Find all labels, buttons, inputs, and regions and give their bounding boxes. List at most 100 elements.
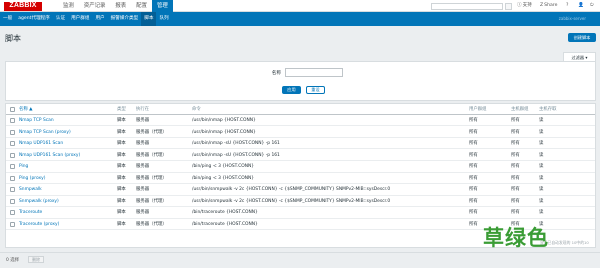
submenu-item[interactable]: 用户群组 [68, 12, 92, 26]
cell-hostgroup: 所有 [511, 141, 520, 147]
cell-type: 脚本 [117, 187, 126, 193]
help-icon[interactable]: ? [566, 3, 568, 9]
cell-command: /bin/ping -c 3 {HOST.CONN} [192, 175, 255, 181]
submenu-item[interactable]: 脚本 [141, 12, 157, 26]
cell-name: Traceroute (proxy) [19, 219, 59, 230]
select-all-checkbox[interactable] [10, 107, 15, 112]
cell-type: 脚本 [117, 152, 126, 158]
script-name-link[interactable]: Traceroute (proxy) [19, 222, 59, 227]
cell-type: 脚本 [117, 221, 126, 227]
row-checkbox[interactable] [10, 164, 15, 170]
table-row: Traceroute 脚本 服务器/bin/traceroute {HOST.CON… [6, 207, 595, 219]
cell-name: Nmap TCP Scan (proxy) [19, 127, 71, 138]
apply-button[interactable]: 应用 [282, 86, 301, 94]
row-checkbox[interactable] [10, 129, 15, 135]
share-icon[interactable]: ZShare [540, 3, 557, 9]
cell-command: /usr/bin/snmpwalk -v 2c {HOST.CONN} -c {… [192, 198, 391, 204]
cell-hostgroup: 所有 [511, 210, 520, 216]
cell-hostgroup: 所有 [511, 187, 520, 193]
script-name-link[interactable]: Nmap TCP Scan (proxy) [19, 130, 71, 135]
main-menu-item[interactable]: 配置 [131, 0, 152, 12]
search-button[interactable] [505, 2, 512, 10]
table-row: Nmap UDP161 Scan (proxy) 脚本 服务器（代理） /usr/bi… [6, 150, 595, 162]
name-filter-input[interactable] [285, 68, 343, 77]
cell-usergroup: 所有 [469, 210, 478, 216]
filter-tab[interactable]: 过滤器 ▾ [563, 52, 596, 61]
cell-command: /bin/ping -c 3 {HOST.CONN} [192, 164, 255, 170]
submenu-item[interactable]: agent代理程序 [15, 12, 53, 26]
script-name-link[interactable]: Traceroute [19, 210, 42, 215]
cell-exec: 服务器（代理） [136, 221, 167, 227]
table-row: Nmap TCP Scan 脚本 服务器/usr/bin/nmap {HOST.CO… [6, 115, 595, 127]
cell-type: 脚本 [117, 164, 126, 170]
script-name-link[interactable]: Nmap UDP161 Scan [19, 141, 63, 146]
cell-command: /usr/bin/nmap {HOST.CONN} [192, 118, 256, 123]
admin-submenu-bar: 一般 agent代理程序 认证 用户群组 用户 报警媒介类型 脚本 队列 zabbix-ser… [0, 12, 600, 26]
cell-name: Traceroute [19, 207, 42, 218]
cell-type: 脚本 [117, 175, 126, 181]
column-header: 命令 [192, 107, 201, 112]
column-header: 用户群组 [469, 107, 487, 112]
main-menu-item[interactable]: 监测 [58, 0, 79, 12]
cell-access: 读 [539, 175, 544, 181]
cell-access: 读 [539, 129, 544, 135]
search-input[interactable] [431, 2, 503, 10]
zabbix-logo[interactable]: ZABBIX [4, 2, 42, 11]
cell-exec: 服务器（代理） [136, 175, 167, 181]
row-checkbox[interactable] [10, 152, 15, 158]
cell-usergroup: 所有 [469, 221, 478, 227]
logout-icon[interactable]: ⏻ [590, 3, 594, 9]
cell-hostgroup: 所有 [511, 118, 520, 123]
server-name: zabbix-server [558, 16, 586, 21]
submenu-item[interactable]: 队列 [156, 12, 171, 26]
cell-name: Snmpwalk [19, 184, 42, 195]
script-name-link[interactable]: Nmap UDP161 Scan (proxy) [19, 153, 80, 158]
reset-button[interactable]: 重设 [306, 86, 325, 94]
submenu-item[interactable]: 认证 [53, 12, 68, 26]
support-icon[interactable]: ⓘ支持 [517, 3, 532, 9]
cell-name: Nmap TCP Scan [19, 115, 54, 126]
main-menu-item[interactable]: 管理 [151, 0, 173, 12]
row-checkbox[interactable] [10, 187, 15, 193]
column-header: 主机存取 [539, 107, 557, 112]
table-row: Nmap UDP161 Scan 脚本 服务器/usr/bin/nmap -sU {… [6, 138, 595, 150]
cell-type: 脚本 [117, 129, 126, 135]
cell-exec: 服务器（代理） [136, 152, 167, 158]
script-name-link[interactable]: Snmpwalk (proxy) [19, 199, 59, 204]
cell-exec: 服务器（代理） [136, 198, 167, 204]
cell-name: Nmap UDP161 Scan [19, 138, 63, 149]
cell-usergroup: 所有 [469, 118, 478, 123]
share-icon-label: Share [544, 3, 558, 8]
column-header[interactable]: 名称 ▲ [19, 104, 33, 115]
cell-usergroup: 所有 [469, 141, 478, 147]
table-row: Nmap TCP Scan (proxy) 脚本 服务器（代理） /usr/bin/n… [6, 127, 595, 138]
row-checkbox[interactable] [10, 221, 15, 227]
delete-button[interactable]: 删除 [28, 256, 44, 263]
row-checkbox[interactable] [10, 198, 15, 204]
cell-type: 脚本 [117, 141, 126, 147]
submenu-item[interactable]: 报警媒介类型 [108, 12, 142, 26]
script-name-link[interactable]: Snmpwalk [19, 187, 42, 192]
script-name-link[interactable]: Nmap TCP Scan [19, 118, 54, 123]
cell-hostgroup: 所有 [511, 129, 520, 135]
row-checkbox[interactable] [10, 175, 15, 181]
main-menu-item[interactable]: 报表 [110, 0, 131, 12]
main-menu-item[interactable]: 资产记录 [79, 0, 111, 12]
column-header: 类型 [117, 107, 126, 112]
create-script-button[interactable]: 创建脚本 [568, 33, 596, 42]
cell-usergroup: 所有 [469, 129, 478, 135]
script-name-link[interactable]: Ping [19, 164, 28, 169]
cell-exec: 服务器 [136, 141, 150, 147]
submenu-item[interactable]: 一般 [0, 12, 15, 26]
cell-access: 读 [539, 187, 544, 193]
cell-access: 读 [539, 164, 544, 170]
row-checkbox[interactable] [10, 141, 15, 147]
user-icon[interactable]: 👤 [578, 3, 584, 9]
cell-exec: 服务器 [136, 118, 150, 123]
table-row: Snmpwalk 脚本 服务器/usr/bin/snmpwalk -v 2c {HO… [6, 184, 595, 196]
logout-icon-glyph: ⏻ [590, 3, 594, 8]
script-name-link[interactable]: Ping (proxy) [19, 176, 45, 181]
row-checkbox[interactable] [10, 118, 15, 123]
row-checkbox[interactable] [10, 210, 15, 216]
submenu-item[interactable]: 用户 [92, 12, 107, 26]
